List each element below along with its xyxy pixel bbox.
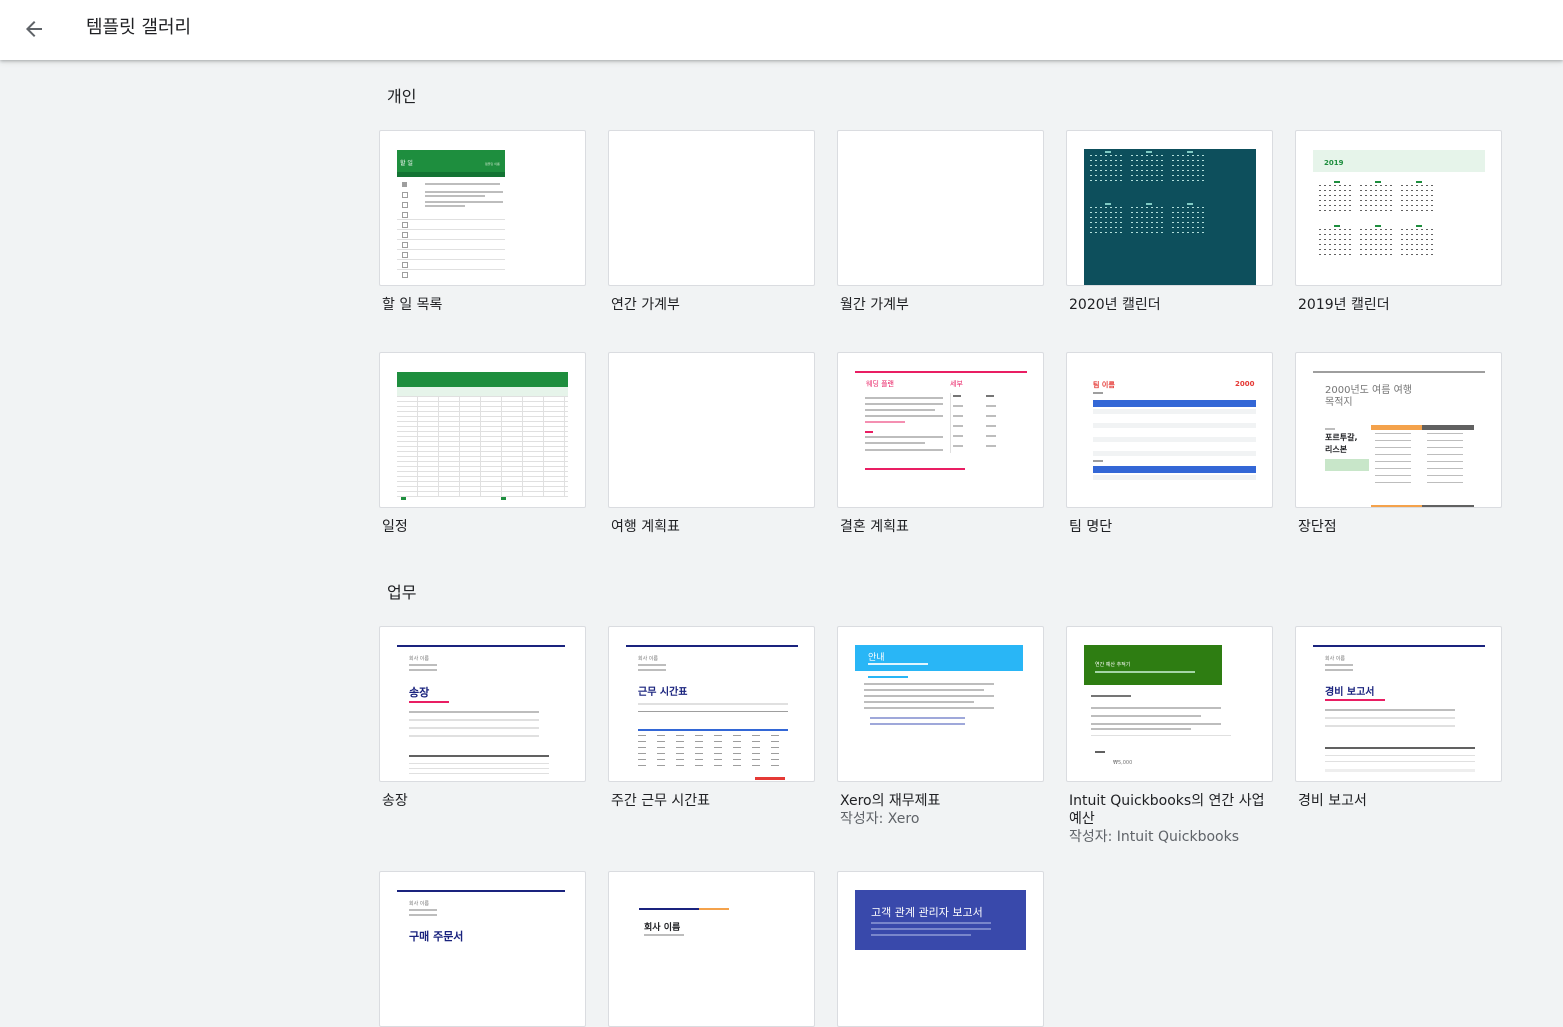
preview-year: 2000 [1235, 380, 1255, 388]
template-author: 작성자: Intuit Quickbooks [1069, 829, 1240, 845]
template-tile-todo[interactable]: 할 일 템플릿 이름 할 일 목록 [379, 130, 586, 314]
template-name: 2019년 캘린더 [1298, 297, 1390, 313]
template-tile-team-roster[interactable]: 팀 이름 2000 팀 명단 [1066, 352, 1273, 536]
template-name: 송장 [382, 793, 408, 809]
template-thumbnail: 웨딩 플랜 세부 [837, 352, 1044, 508]
template-thumbnail: 회사 이름 구매 주문서 [379, 871, 586, 1027]
template-thumbnail: 고객 관계 관리자 보고서 [837, 871, 1044, 1027]
section-title-personal: 개인 [387, 87, 417, 106]
page-title: 템플릿 갤러리 [86, 17, 192, 38]
preview-title: 고객 관계 관리자 보고서 [871, 906, 983, 919]
template-tile-monthly-budget[interactable]: 월간 가계부 [837, 130, 1044, 314]
template-thumbnail [379, 352, 586, 508]
template-name: 주간 근무 시간표 [611, 793, 711, 809]
template-thumbnail: 2019 [1295, 130, 1502, 286]
template-name: 할 일 목록 [382, 297, 443, 313]
template-tile-schedule[interactable]: 일정 [379, 352, 586, 536]
preview-company: 회사 이름 [409, 901, 429, 907]
template-thumbnail: 회사 이름 [608, 871, 815, 1027]
template-name: 월간 가계부 [840, 297, 909, 313]
template-thumbnail: 할 일 템플릿 이름 [379, 130, 586, 286]
preview-title: 할 일 [400, 160, 413, 167]
back-button[interactable] [14, 9, 54, 49]
template-name: 장단점 [1298, 519, 1337, 535]
template-tile-purchase-order[interactable]: 회사 이름 구매 주문서 [379, 871, 586, 1027]
template-name: Xero의 재무제표 [840, 793, 941, 809]
template-tile-pros-cons[interactable]: 2000년도 여름 여행 목적지 포르투갈, 리스본 장단점 [1295, 352, 1502, 536]
template-thumbnail [837, 130, 1044, 286]
preview-amount: ₩5,000 [1113, 760, 1133, 766]
template-author: 작성자: Xero [840, 811, 920, 827]
template-thumbnail [608, 130, 815, 286]
template-tile-invoice[interactable]: 회사 이름 송장 송장 [379, 626, 586, 810]
template-tile-travel-planner[interactable]: 여행 계획표 [608, 352, 815, 536]
template-thumbnail: 안내 [837, 626, 1044, 782]
template-name: 경비 보고서 [1298, 793, 1367, 809]
preview-title: 2000년도 여름 여행 목적지 [1325, 385, 1413, 408]
template-tile-calendar-2019[interactable]: 2019 2019년 캘린더 [1295, 130, 1502, 314]
template-thumbnail: 회사 이름 근무 시간표 [608, 626, 815, 782]
preview-company: 회사 이름 [638, 656, 658, 662]
template-thumbnail: 2000년도 여름 여행 목적지 포르투갈, 리스본 [1295, 352, 1502, 508]
template-thumbnail [1066, 130, 1273, 286]
preview-subtitle: 템플릿 이름 [485, 162, 500, 166]
preview-subtitle: 세부 [950, 380, 963, 388]
preview-title: 안내 [868, 653, 885, 663]
preview-title: 회사 이름 [644, 923, 681, 933]
template-name: Intuit Quickbooks의 연간 사업 예산 [1069, 793, 1265, 827]
template-name: 결혼 계획표 [840, 519, 909, 535]
template-tile-company-proposal[interactable]: 회사 이름 [608, 871, 815, 1027]
template-thumbnail: 연간 예산 추적기 ₩5,000 [1066, 626, 1273, 782]
arrow-back-icon [26, 21, 42, 37]
preview-subtitle: 포르투갈, 리스본 [1325, 433, 1358, 454]
template-thumbnail: 회사 이름 송장 [379, 626, 586, 782]
template-thumbnail [608, 352, 815, 508]
section-title-work: 업무 [387, 583, 417, 602]
template-name: 연간 가계부 [611, 297, 680, 313]
preview-title: 경비 보고서 [1325, 687, 1375, 698]
preview-title: 송장 [409, 686, 430, 699]
template-thumbnail: 팀 이름 2000 [1066, 352, 1273, 508]
template-tile-weekly-timesheet[interactable]: 회사 이름 근무 시간표 주간 근무 시간표 [608, 626, 815, 810]
template-tile-crm-report[interactable]: 고객 관계 관리자 보고서 [837, 871, 1044, 1027]
preview-year: 2019 [1324, 159, 1344, 167]
template-tile-wedding-planner[interactable]: 웨딩 플랜 세부 결혼 계획표 [837, 352, 1044, 536]
template-tile-annual-budget[interactable]: 연간 가계부 [608, 130, 815, 314]
template-tile-xero-financial[interactable]: 안내 Xero의 재무제표 작성자: Xero [837, 626, 1044, 828]
preview-title: 근무 시간표 [638, 687, 688, 698]
preview-company: 회사 이름 [1325, 656, 1345, 662]
preview-company: 회사 이름 [409, 656, 429, 662]
app-header: 템플릿 갤러리 [0, 0, 1563, 60]
template-thumbnail: 회사 이름 경비 보고서 [1295, 626, 1502, 782]
template-name: 일정 [382, 519, 408, 535]
template-tile-calendar-2020[interactable]: 2020년 캘린더 [1066, 130, 1273, 314]
template-name: 여행 계획표 [611, 519, 680, 535]
preview-title: 팀 이름 [1093, 381, 1115, 389]
template-name: 팀 명단 [1069, 519, 1113, 535]
template-tile-quickbooks-budget[interactable]: 연간 예산 추적기 ₩5,000 Intuit Quickbooks의 연간 사… [1066, 626, 1273, 846]
template-tile-expense-report[interactable]: 회사 이름 경비 보고서 경비 보고서 [1295, 626, 1502, 810]
preview-title: 연간 예산 추적기 [1095, 662, 1131, 668]
preview-title: 웨딩 플랜 [866, 380, 894, 388]
template-name: 2020년 캘린더 [1069, 297, 1161, 313]
